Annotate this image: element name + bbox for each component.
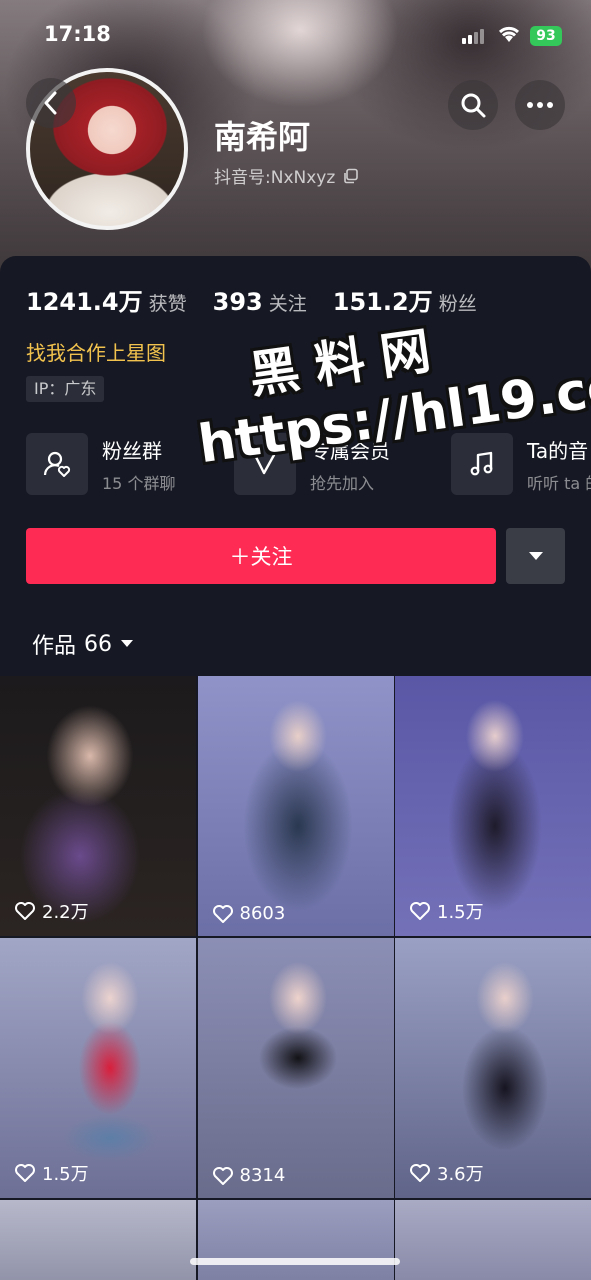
- tab-count: 66: [84, 631, 113, 657]
- like-count: 2.2万: [14, 898, 89, 924]
- like-count: 8603: [212, 903, 286, 924]
- ip-location-tag: IP：广东: [26, 376, 105, 402]
- more-button[interactable]: [515, 80, 565, 130]
- video-thumbnail[interactable]: 1.5万: [395, 676, 591, 936]
- follow-button[interactable]: ＋关注: [26, 528, 496, 584]
- triangle-down-icon: [121, 640, 134, 647]
- more-dots-icon: [527, 102, 553, 108]
- video-thumbnail[interactable]: 1.5万: [0, 938, 196, 1198]
- like-count-value: 2.2万: [42, 902, 89, 923]
- recommend-dropdown-button[interactable]: [506, 528, 565, 584]
- video-grid: 2.2万 8603 1.5万 1.5万 8314 3.6万: [0, 676, 591, 1280]
- user-name: 南希阿: [214, 118, 311, 156]
- search-button[interactable]: [448, 80, 498, 130]
- user-id: 抖音号:NxNxyz: [214, 168, 336, 188]
- heart-icon: [212, 904, 233, 923]
- video-thumbnail[interactable]: 3.6万: [395, 938, 591, 1198]
- triangle-down-icon: [528, 552, 543, 560]
- feature-subtitle: 听听 ta 的: [527, 473, 591, 493]
- signal-icon: [462, 28, 486, 44]
- heart-icon: [410, 1164, 430, 1182]
- user-id-row: 抖音号:NxNxyz: [214, 163, 359, 188]
- heart-icon: [15, 902, 35, 920]
- video-thumbnail[interactable]: [395, 1200, 591, 1280]
- like-count-value: 8314: [239, 1165, 286, 1186]
- video-thumbnail[interactable]: [197, 1200, 394, 1280]
- stat-likes[interactable]: 1241.4万 获赞: [26, 282, 187, 317]
- tab-works[interactable]: 作品 66: [32, 628, 134, 660]
- fan-group-icon: [26, 433, 88, 495]
- stat-label: 获赞: [148, 293, 187, 315]
- bio-text: 找我合作上星图: [26, 341, 166, 365]
- tab-label: 作品: [32, 634, 77, 659]
- like-count: 8314: [212, 1165, 286, 1186]
- heart-icon: [212, 1166, 233, 1185]
- stat-value: 393: [212, 288, 263, 316]
- like-count: 3.6万: [409, 1160, 484, 1186]
- like-count-value: 1.5万: [437, 902, 484, 923]
- like-count-value: 8603: [239, 903, 286, 924]
- video-thumbnail[interactable]: [0, 1200, 196, 1280]
- feature-fan-group[interactable]: 粉丝群 15 个群聊: [26, 432, 175, 496]
- video-thumbnail[interactable]: 8314: [197, 938, 394, 1198]
- feature-subtitle: 15 个群聊: [102, 473, 176, 493]
- heart-icon: [15, 1164, 35, 1182]
- like-count-value: 1.5万: [42, 1164, 89, 1185]
- feature-title: 粉丝群: [102, 438, 162, 463]
- like-count: 1.5万: [14, 1160, 89, 1186]
- video-thumbnail[interactable]: 2.2万: [0, 676, 196, 936]
- stat-label: 关注: [268, 293, 307, 315]
- search-icon: [461, 93, 486, 118]
- chevron-left-icon: [44, 91, 57, 115]
- stat-value: 1241.4万: [26, 288, 143, 316]
- like-count-value: 3.6万: [437, 1164, 484, 1185]
- wifi-icon: [497, 24, 521, 49]
- home-indicator[interactable]: [190, 1258, 400, 1265]
- heart-icon: [410, 902, 430, 920]
- battery-indicator: 93: [530, 26, 562, 46]
- status-time: 17:18: [44, 22, 111, 46]
- back-button[interactable]: [26, 78, 76, 128]
- like-count: 1.5万: [409, 898, 484, 924]
- video-thumbnail[interactable]: 8603: [197, 676, 394, 936]
- stat-following[interactable]: 393 关注: [213, 288, 307, 316]
- copy-icon[interactable]: [343, 168, 359, 184]
